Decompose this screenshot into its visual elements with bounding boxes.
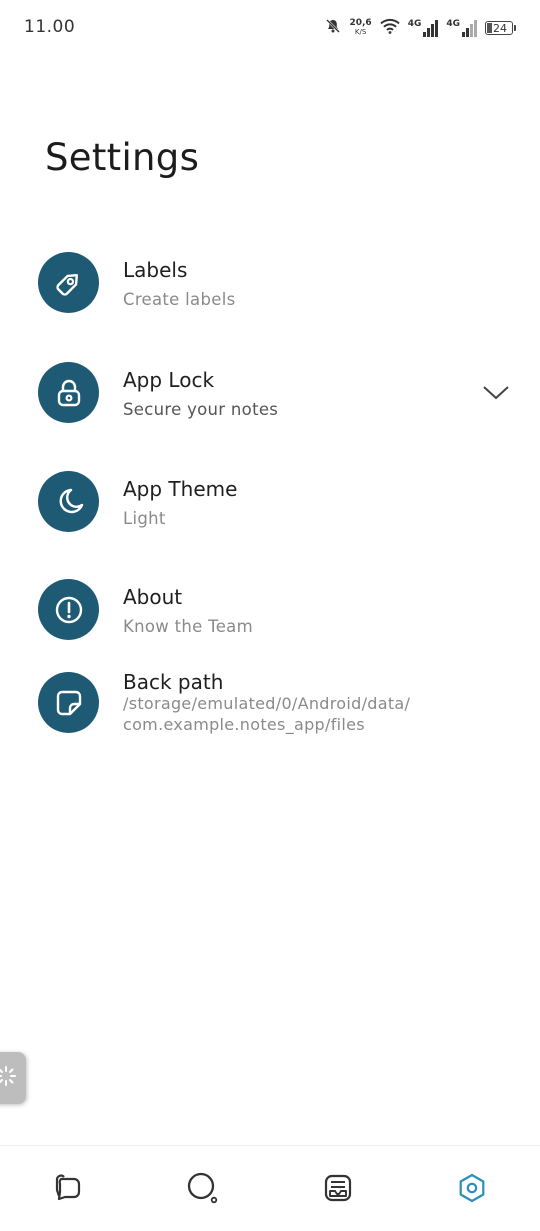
info-icon bbox=[38, 579, 99, 640]
network-speed-value: 20,6 bbox=[349, 18, 372, 28]
nav-search[interactable] bbox=[182, 1170, 222, 1210]
setting-item-labels[interactable]: Labels Create labels bbox=[38, 252, 508, 322]
nav-notes[interactable] bbox=[48, 1170, 88, 1210]
battery-icon: 24 bbox=[485, 21, 516, 35]
network-speed-unit: K/S bbox=[354, 28, 367, 36]
nav-archive[interactable] bbox=[318, 1170, 358, 1210]
setting-title: App Lock bbox=[123, 368, 215, 392]
floating-side-tab[interactable] bbox=[0, 1052, 26, 1104]
setting-item-back-path[interactable]: Back path /storage/emulated/0/Android/da… bbox=[38, 670, 508, 742]
status-time: 11.00 bbox=[24, 17, 76, 37]
signal-2-icon: 4G bbox=[446, 19, 477, 37]
nav-settings[interactable] bbox=[452, 1170, 492, 1210]
setting-title: Labels bbox=[123, 258, 188, 282]
setting-subtitle-line2: com.example.notes_app/files bbox=[123, 715, 365, 734]
lock-icon bbox=[38, 362, 99, 423]
bottom-navigation bbox=[0, 1145, 540, 1231]
setting-subtitle-line1: /storage/emulated/0/Android/data/ bbox=[123, 694, 411, 713]
setting-subtitle: Create labels bbox=[123, 290, 236, 309]
page-title: Settings bbox=[45, 136, 200, 179]
moon-icon bbox=[38, 471, 99, 532]
wifi-icon bbox=[379, 18, 400, 38]
signal-1-icon: 4G bbox=[408, 19, 439, 37]
setting-title: About bbox=[123, 585, 183, 609]
signal-2-label: 4G bbox=[446, 19, 460, 29]
chevron-down-icon[interactable] bbox=[481, 383, 511, 403]
search-icon bbox=[184, 1170, 220, 1210]
network-speed: 20,6 K/S bbox=[349, 19, 371, 37]
signal-1-label: 4G bbox=[407, 19, 422, 29]
status-bar: 11.00 20,6 K/S 4G 4G 24 bbox=[0, 0, 540, 56]
setting-item-app-theme[interactable]: App Theme Light bbox=[38, 471, 508, 541]
setting-title: Back path bbox=[123, 670, 224, 694]
setting-item-about[interactable]: About Know the Team bbox=[38, 579, 508, 649]
setting-subtitle: Know the Team bbox=[123, 617, 253, 636]
settings-icon bbox=[455, 1171, 489, 1209]
note-icon bbox=[38, 672, 99, 733]
battery-level: 24 bbox=[493, 21, 507, 35]
status-icons: 20,6 K/S 4G 4G 24 bbox=[325, 14, 516, 42]
setting-subtitle: Light bbox=[123, 509, 166, 528]
bell-muted-icon bbox=[325, 18, 341, 38]
setting-title: App Theme bbox=[123, 477, 238, 501]
notes-icon bbox=[51, 1171, 85, 1209]
tag-icon bbox=[38, 252, 99, 313]
sparkle-icon bbox=[0, 1064, 18, 1092]
setting-item-app-lock[interactable]: App Lock Secure your notes bbox=[38, 362, 511, 432]
setting-subtitle: Secure your notes bbox=[123, 400, 279, 419]
archive-icon bbox=[321, 1171, 355, 1209]
